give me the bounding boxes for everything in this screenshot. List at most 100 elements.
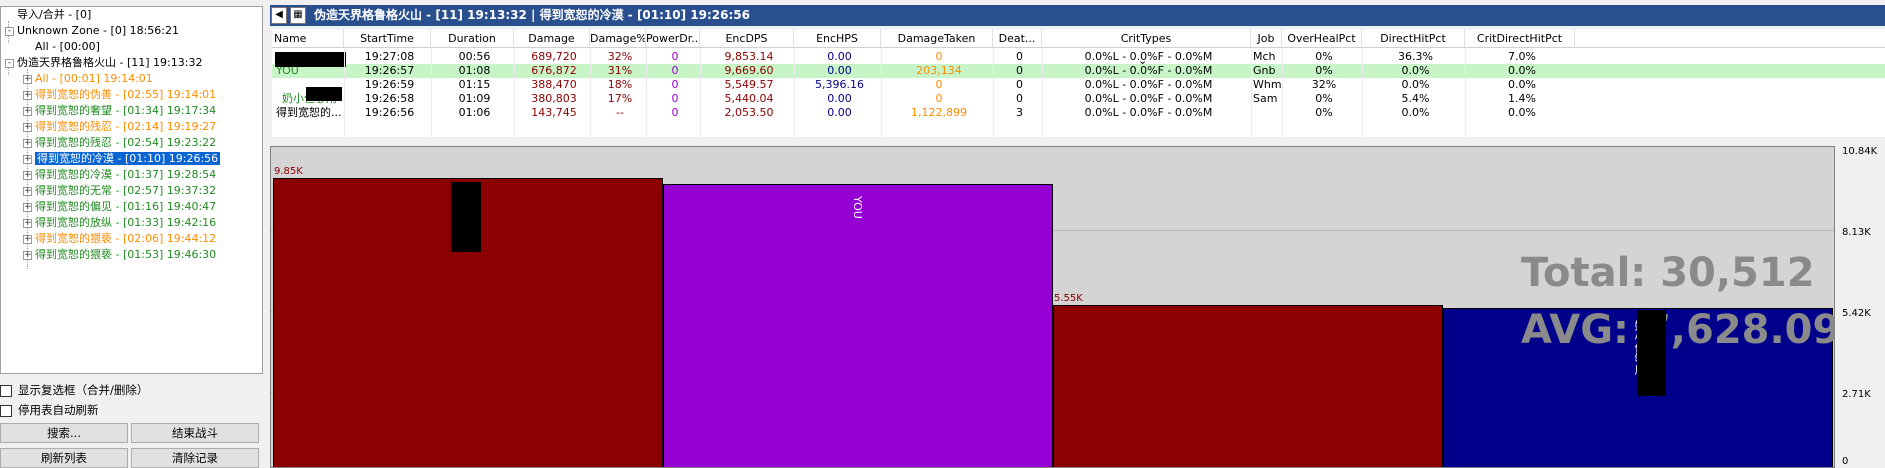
column-header[interactable]: CritDirectHitPct: [1465, 29, 1575, 47]
tree-item-label: 得到宽恕的猥亵 - [02:06] 19:44:12: [35, 232, 217, 245]
graph-bar: [663, 184, 1053, 467]
tree-item-label: 得到宽恕的残忍 - [02:54] 19:23:22: [35, 136, 217, 149]
disable-auto-refresh-checkbox[interactable]: [0, 404, 12, 417]
table-cell-deaths: 0: [1016, 50, 1023, 63]
column-header[interactable]: Deat...: [993, 29, 1042, 47]
table-cell-taken: 1,122,899: [911, 106, 967, 119]
tree-item[interactable]: + 得到宽恕的残忍 - [02:54] 19:23:22: [23, 135, 216, 151]
table-cell-job: Whm: [1253, 78, 1282, 91]
tree-item-label: 得到宽恕的无常 - [02:57] 19:37:32: [35, 184, 217, 197]
table-cell-damage-pct: 32%: [607, 50, 633, 63]
table-cell-job: Mch: [1253, 50, 1276, 63]
tree-item[interactable]: All - [00:00]: [23, 39, 100, 55]
y-tick-label: 0: [1842, 456, 1849, 467]
tree-item[interactable]: - Unknown Zone - [0] 18:56:21: [5, 23, 179, 39]
tree-item[interactable]: + 得到宽恕的放纵 - [01:33] 19:42:16: [23, 215, 216, 231]
tree-item[interactable]: + 得到宽恕的猥亵 - [01:53] 19:46:30: [23, 247, 216, 263]
graph-image-icon[interactable]: ▦: [290, 7, 306, 24]
expand-icon[interactable]: +: [23, 74, 32, 84]
expand-icon[interactable]: +: [23, 250, 32, 260]
dps-graph: 9.85K9.67KYOU5.55K5.44K奶小但够用 Total: 30,5…: [270, 146, 1835, 468]
y-tick-label: 5.42K: [1842, 308, 1871, 319]
tree-item-label: All - [00:00]: [35, 40, 100, 53]
column-header[interactable]: OverHealPct: [1282, 29, 1362, 47]
tree-item[interactable]: + All - [00:01] 19:14:01: [23, 71, 153, 87]
column-header[interactable]: StartTime: [344, 29, 431, 47]
tree-item[interactable]: + 得到宽恕的偏见 - [01:16] 19:40:47: [23, 199, 216, 215]
collapse-icon[interactable]: -: [5, 58, 14, 68]
table-cell-dh: 0.0%: [1401, 64, 1430, 77]
end-combat-button[interactable]: 结束战斗: [131, 423, 259, 443]
column-header[interactable]: Job: [1251, 29, 1282, 47]
expand-icon[interactable]: +: [23, 154, 32, 164]
table-cell-deaths: 0: [1016, 78, 1023, 91]
column-header[interactable]: PowerDr...: [646, 29, 700, 47]
table-cell-start: 19:27:08: [364, 50, 415, 63]
column-header[interactable]: EncHPS: [794, 29, 881, 47]
column-header[interactable]: Damage: [514, 29, 590, 47]
table-cell-powerdr: 0: [671, 78, 679, 91]
table-cell-job: [1253, 106, 1284, 120]
column-header[interactable]: DamageTaken: [881, 29, 993, 47]
expand-icon[interactable]: +: [23, 106, 32, 116]
combatant-table[interactable]: Name StartTime Duration Damage Damage% PowerD…: [272, 29, 1885, 137]
expand-icon[interactable]: +: [23, 90, 32, 100]
column-header[interactable]: CritTypes: [1042, 29, 1251, 47]
column-separator: [993, 48, 994, 137]
encounter-header: ◀ ▦ 伪造天界格鲁格火山 - [11] 19:13:32 | 得到宽恕的冷漠 …: [270, 5, 1885, 26]
table-cell-start: 19:26:56: [364, 106, 415, 119]
clear-records-button[interactable]: 清除记录: [131, 448, 259, 468]
table-cell-encdps: 5,549.57: [724, 78, 774, 91]
expand-icon[interactable]: +: [23, 186, 32, 196]
table-cell-deaths: 0: [1016, 64, 1023, 77]
collapse-icon[interactable]: -: [5, 26, 14, 36]
column-header[interactable]: DirectHitPct: [1362, 29, 1465, 47]
tree-item[interactable]: + 得到宽恕的残忍 - [02:14] 19:19:27: [23, 119, 216, 135]
table-cell-duration: 01:15: [458, 78, 491, 91]
table-cell-crit: 0.0%L - 0.0%F - 0.0%M: [1084, 50, 1213, 63]
redacted-name-1: [275, 52, 346, 67]
table-cell-powerdr: 0: [671, 106, 679, 119]
expand-icon[interactable]: +: [23, 218, 32, 228]
tree-item[interactable]: + 得到宽恕的猥亵 - [02:06] 19:44:12: [23, 231, 216, 247]
tree-item[interactable]: - 伪造天界格鲁格火山 - [11] 19:13:32: [5, 55, 202, 71]
tree-item[interactable]: + 得到宽恕的冷漠 - [01:10] 19:26:56: [23, 151, 221, 167]
redacted-bar-name: [451, 182, 481, 252]
table-cell-enchps: 0.00: [827, 64, 852, 77]
expand-icon[interactable]: +: [23, 170, 32, 180]
tree-item-label: 得到宽恕的猥亵 - [01:53] 19:46:30: [35, 248, 217, 261]
expand-icon[interactable]: +: [23, 138, 32, 148]
tree-item[interactable]: + 得到宽恕的冷漠 - [01:37] 19:28:54: [23, 167, 216, 183]
column-header[interactable]: Name: [274, 29, 344, 47]
show-checkboxes-checkbox[interactable]: [0, 384, 12, 397]
tree-item[interactable]: + 得到宽恕的无常 - [02:57] 19:37:32: [23, 183, 216, 199]
y-tick-label: 8.13K: [1842, 227, 1871, 238]
column-header[interactable]: Duration: [431, 29, 514, 47]
table-cell-dh: 0.0%: [1401, 106, 1430, 119]
table-cell-dh: 0.0%: [1401, 78, 1430, 91]
tree-item[interactable]: + 得到宽恕的伪善 - [02:55] 19:14:01: [23, 87, 216, 103]
show-checkboxes-option[interactable]: 显示复选框（合并/删除）: [0, 382, 148, 398]
back-arrow-icon[interactable]: ◀: [271, 7, 287, 24]
expand-icon[interactable]: +: [23, 234, 32, 244]
disable-auto-refresh-option[interactable]: 停用表自动刷新: [0, 402, 99, 418]
tree-item[interactable]: 导入/合并 - [0]: [5, 7, 91, 23]
tree-item-label: 得到宽恕的冷漠 - [01:10] 19:26:56: [35, 152, 221, 165]
total-label: Total: 30,512: [1521, 250, 1815, 296]
table-cell-taken: 0: [935, 92, 943, 105]
column-header[interactable]: Damage%: [590, 29, 646, 47]
table-cell-damage-pct: 18%: [607, 78, 633, 91]
encounter-tree[interactable]: 导入/合并 - [0] - Unknown Zone - [0] 18:56:21 A…: [0, 6, 263, 374]
table-cell-duration: 00:56: [458, 50, 491, 63]
avg-label: AVG: 7,628.09: [1521, 307, 1834, 353]
search-button[interactable]: 搜索...: [0, 423, 128, 443]
expand-icon[interactable]: +: [23, 122, 32, 132]
expand-icon[interactable]: +: [23, 202, 32, 212]
refresh-list-button[interactable]: 刷新列表: [0, 448, 128, 468]
column-header[interactable]: EncDPS: [700, 29, 794, 47]
table-cell-powerdr: 0: [671, 50, 679, 63]
table-cell-damage: 380,803: [531, 92, 577, 105]
tree-item[interactable]: + 得到宽恕的奢望 - [01:34] 19:17:34: [23, 103, 216, 119]
table-cell-overheal: 0%: [1315, 50, 1333, 63]
table-cell-enchps: 0.00: [827, 92, 852, 105]
